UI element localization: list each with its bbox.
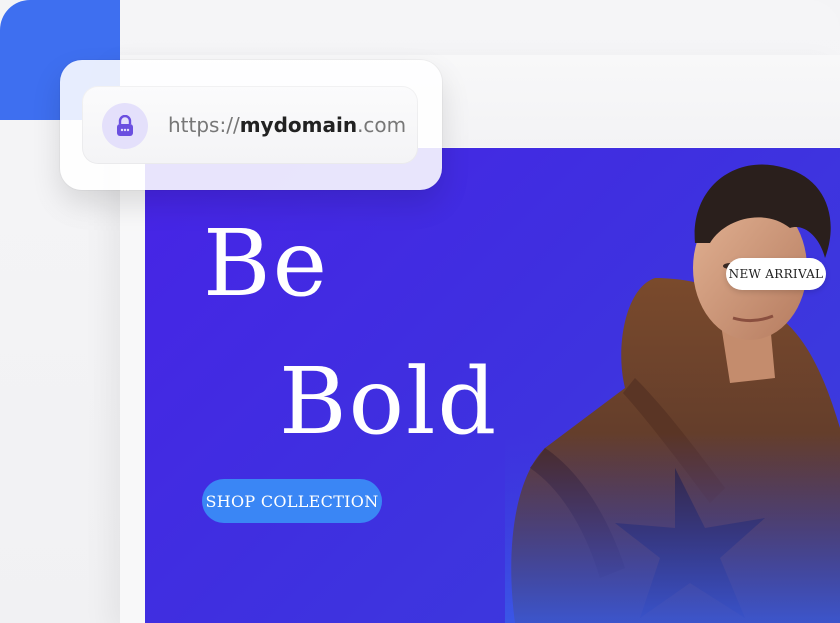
lock-icon (102, 103, 148, 149)
address-bar[interactable]: https://mydomain.com (82, 86, 418, 164)
model-photo (505, 148, 840, 623)
hero-title-line-2: Bold (279, 348, 499, 455)
hero-banner: Be Bold SHOP COLLECTION (145, 148, 840, 623)
url-text: https://mydomain.com (168, 113, 406, 137)
hero-title-line-1: Be (203, 210, 330, 317)
url-tld: .com (357, 113, 407, 137)
address-bar-card: https://mydomain.com (60, 60, 442, 190)
url-scheme: https:// (168, 113, 240, 137)
new-arrival-badge: NEW ARRIVAL (726, 258, 826, 290)
shop-collection-button[interactable]: SHOP COLLECTION (202, 479, 382, 523)
url-domain: mydomain (239, 113, 358, 137)
